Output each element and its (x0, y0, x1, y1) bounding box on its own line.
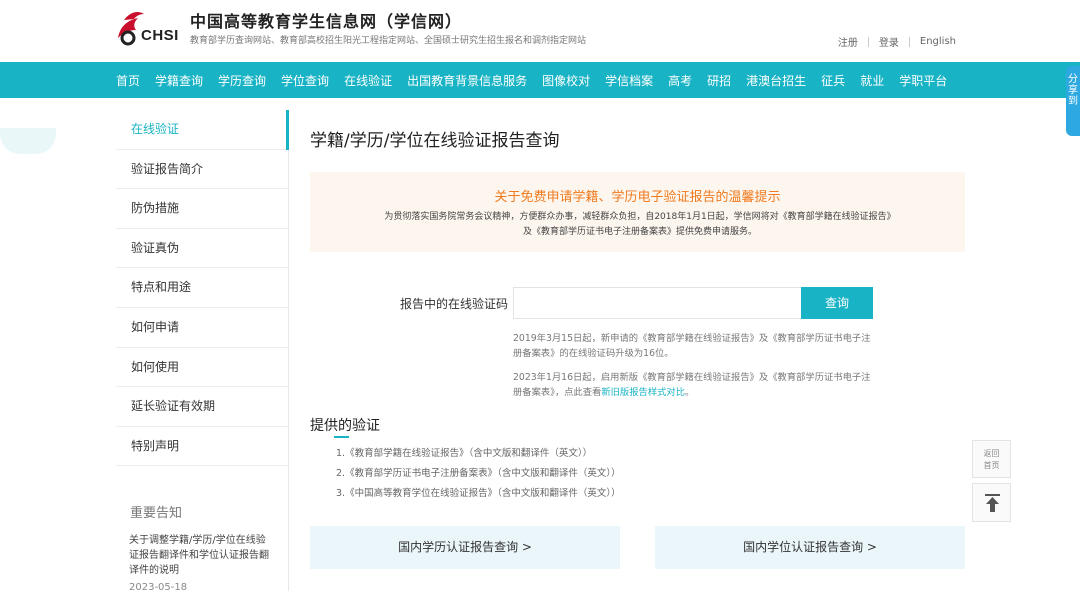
query-button[interactable]: 查询 (801, 287, 873, 319)
sidebar-item-verify-authenticity[interactable]: 验证真伪 (116, 229, 288, 269)
arrow-up-icon (985, 494, 1000, 512)
english-link[interactable]: English (910, 36, 966, 47)
xueli-report-query-button[interactable]: 国内学历认证报告查询 > (310, 526, 620, 569)
provided-list: 1.《教育部学籍在线验证报告》（含中文版和翻译件（英文）） 2.《教育部学历证书… (336, 444, 621, 504)
logo-text: CHSI (141, 27, 179, 44)
login-link[interactable]: 登录 (869, 34, 909, 49)
provided-title: 提供的验证 (310, 418, 380, 434)
notice-title: 重要告知 (130, 506, 183, 522)
share-tab[interactable]: 分享到 (1066, 66, 1080, 136)
nav-archive[interactable]: 学信档案 (605, 72, 653, 89)
nav-overseas[interactable]: 出国教育背景信息服务 (407, 72, 527, 89)
nav-xuewei[interactable]: 学位查询 (281, 72, 329, 89)
title-decoration (0, 128, 56, 154)
back-to-top-button[interactable] (972, 483, 1011, 522)
main-nav: 首页 学籍查询 学历查询 学位查询 在线验证 出国教育背景信息服务 图像校对 学… (0, 62, 1080, 98)
nav-image-proof[interactable]: 图像校对 (542, 72, 590, 89)
tip-box: 关于免费申请学籍、学历电子验证报告的温馨提示 为贯彻落实国务院常务会议精神，方便… (310, 172, 965, 252)
notice-link[interactable]: 关于调整学籍/学历/学位在线验证报告翻译件和学位认证报告翻译件的说明 (116, 533, 288, 578)
tip-title: 关于免费申请学籍、学历电子验证报告的温馨提示 (494, 190, 781, 205)
sidebar-item-statement[interactable]: 特别声明 (116, 427, 288, 467)
back-home-label: 返回首页 (983, 449, 1000, 470)
site-subtitle: 教育部学历查询网站、教育部高校招生阳光工程指定网站、全国硕士研究生招生报名和调剂… (190, 36, 587, 46)
title-underline (334, 436, 349, 438)
new-version-note-end: 。 (685, 387, 695, 398)
verify-code-label: 报告中的在线验证码 (400, 297, 509, 311)
page-title: 学籍/学历/学位在线验证报告查询 (310, 131, 560, 151)
nav-zhengbing[interactable]: 征兵 (821, 72, 845, 89)
back-home-button[interactable]: 返回首页 (972, 440, 1011, 478)
site-title: 中国高等教育学生信息网（学信网） (190, 12, 463, 31)
new-version-note: 2023年1月16日起，启用新版《教育部学籍在线验证报告》及《教育部学历证书电子… (513, 370, 873, 400)
sidebar-item-anti-fake[interactable]: 防伪措施 (116, 189, 288, 229)
nav-gangaotai[interactable]: 港澳台招生 (746, 72, 806, 89)
register-link[interactable]: 注册 (828, 34, 868, 49)
sidebar-item-extend-validity[interactable]: 延长验证有效期 (116, 387, 288, 427)
sidebar-item-intro[interactable]: 验证报告简介 (116, 150, 288, 190)
sidebar: 在线验证 验证报告简介 防伪措施 验证真伪 特点和用途 如何申请 如何使用 延长… (116, 110, 289, 591)
nav-online-verify[interactable]: 在线验证 (344, 72, 392, 89)
main-content: 学籍/学历/学位在线验证报告查询 (310, 110, 965, 151)
list-item: 3.《中国高等教育学位在线验证报告》（含中文版和翻译件（英文）） (336, 488, 621, 499)
nav-xueli[interactable]: 学历查询 (218, 72, 266, 89)
nav-xuezhi[interactable]: 学职平台 (899, 72, 947, 89)
top-links: 注册 登录 English (828, 34, 966, 49)
sidebar-item-how-apply[interactable]: 如何申请 (116, 308, 288, 348)
list-item: 1.《教育部学籍在线验证报告》（含中文版和翻译件（英文）） (336, 448, 593, 459)
nav-xueji[interactable]: 学籍查询 (155, 72, 203, 89)
sidebar-item-online-verify[interactable]: 在线验证 (116, 110, 289, 150)
nav-jiuye[interactable]: 就业 (860, 72, 884, 89)
notice-date: 2023-05-18 (129, 582, 188, 591)
nav-yanzhao[interactable]: 研招 (707, 72, 731, 89)
upgrade-note: 2019年3月15日起，新申请的《教育部学籍在线验证报告》及《教育部学历证书电子… (513, 333, 871, 359)
sidebar-item-features[interactable]: 特点和用途 (116, 268, 288, 308)
tip-body: 为贯彻落实国务院常务会议精神，方便群众办事，减轻群众负担，自2018年1月1日起… (384, 212, 896, 237)
site-header: CHSI 中国高等教育学生信息网（学信网） 教育部学历查询网站、教育部高校招生阳… (0, 0, 1080, 62)
nav-home[interactable]: 首页 (116, 72, 140, 89)
list-item: 2.《教育部学历证书电子注册备案表》（含中文版和翻译件（英文）） (336, 468, 621, 479)
sidebar-item-how-use[interactable]: 如何使用 (116, 348, 288, 388)
xuewei-report-query-button[interactable]: 国内学位认证报告查询 > (655, 526, 965, 569)
compare-versions-link[interactable]: 新旧版报告样式对比 (601, 387, 685, 398)
verify-code-input[interactable] (513, 287, 802, 319)
nav-gaokao[interactable]: 高考 (668, 72, 692, 89)
